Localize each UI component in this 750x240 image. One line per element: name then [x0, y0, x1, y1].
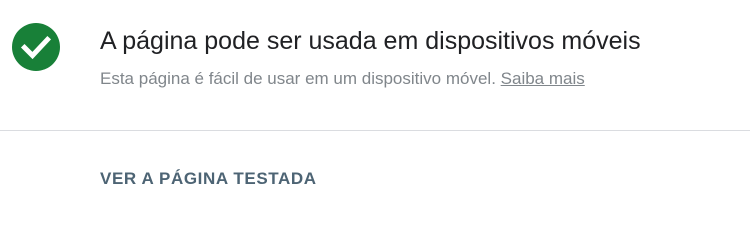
- result-title: A página pode ser usada em dispositivos …: [100, 27, 641, 55]
- result-description: Esta página é fácil de usar em um dispos…: [100, 66, 585, 92]
- result-summary: A página pode ser usada em dispositivos …: [0, 0, 750, 131]
- check-circle-icon: [12, 23, 60, 71]
- result-description-text: Esta página é fácil de usar em um dispos…: [100, 69, 496, 88]
- mobile-friendly-result-panel: A página pode ser usada em dispositivos …: [0, 0, 750, 206]
- learn-more-link[interactable]: Saiba mais: [501, 69, 585, 88]
- view-tested-page-button[interactable]: VER A PÁGINA TESTADA: [100, 167, 317, 191]
